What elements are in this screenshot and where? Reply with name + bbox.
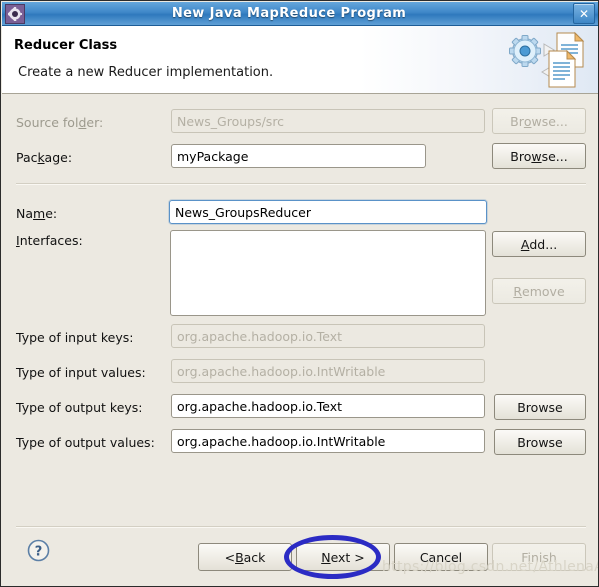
name-label: Name: xyxy=(16,206,58,221)
name-input[interactable]: News_GroupsReducer xyxy=(169,200,487,224)
type-output-keys-label: Type of output keys: xyxy=(16,400,143,415)
finish-button: Finish xyxy=(492,543,586,571)
type-output-values-label: Type of output values: xyxy=(16,435,155,450)
interfaces-label: Interfaces: xyxy=(16,233,83,248)
type-input-values-input[interactable]: org.apache.hadoop.io.IntWritable xyxy=(171,359,485,383)
dialog-footer: ? < Back Next > Cancel Finish xyxy=(2,522,598,586)
back-button[interactable]: < Back xyxy=(198,543,292,571)
form-body: Source folder: News_Groups/src Br o wse...… xyxy=(2,94,598,522)
interfaces-add-button[interactable]: Add... xyxy=(492,231,586,257)
wizard-header: Reducer Class Create a new Reducer imple… xyxy=(2,26,598,94)
type-output-values-browse-button[interactable]: Browse xyxy=(494,429,586,455)
type-input-keys-label: Type of input keys: xyxy=(16,330,134,345)
package-input[interactable]: myPackage xyxy=(171,144,426,168)
source-folder-input[interactable]: News_Groups/src xyxy=(171,109,485,133)
section-divider xyxy=(16,183,586,185)
source-folder-label: Source folder: xyxy=(16,115,104,130)
title-bar: New Java MapReduce Program ✕ xyxy=(2,2,598,26)
footer-divider xyxy=(16,526,586,528)
interfaces-remove-button: Remove xyxy=(492,278,586,304)
type-output-keys-input[interactable]: org.apache.hadoop.io.Text xyxy=(171,394,485,418)
new-java-mapreduce-program-dialog: New Java MapReduce Program ✕ Reducer Cla… xyxy=(0,0,599,587)
page-subtitle: Create a new Reducer implementation. xyxy=(18,65,274,80)
gear-and-documents-icon xyxy=(505,29,593,91)
package-browse-button[interactable]: Bro w se... xyxy=(492,143,586,169)
type-output-keys-browse-button[interactable]: Browse xyxy=(494,394,586,420)
cancel-button[interactable]: Cancel xyxy=(394,543,488,571)
source-folder-browse-button: Br o wse... xyxy=(492,108,586,134)
type-output-values-input[interactable]: org.apache.hadoop.io.IntWritable xyxy=(171,429,485,453)
close-icon[interactable]: ✕ xyxy=(573,3,595,24)
type-input-keys-input[interactable]: org.apache.hadoop.io.Text xyxy=(171,324,485,348)
page-title: Reducer Class xyxy=(14,38,118,53)
type-input-values-label: Type of input values: xyxy=(16,365,146,380)
next-button[interactable]: Next > xyxy=(296,543,390,571)
window-title: New Java MapReduce Program xyxy=(171,6,407,21)
interfaces-list[interactable] xyxy=(170,230,486,316)
question-mark-icon[interactable]: ? xyxy=(27,539,50,562)
package-label: Package: xyxy=(16,150,73,165)
svg-text:?: ? xyxy=(35,544,43,559)
